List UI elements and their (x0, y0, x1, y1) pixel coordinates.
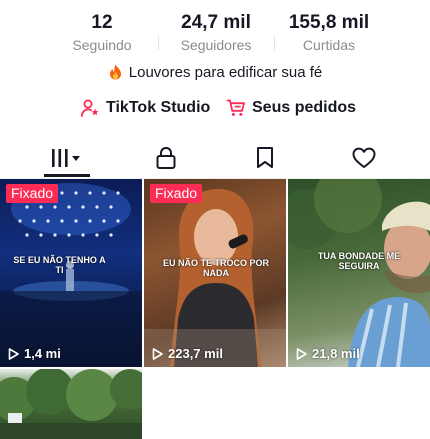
likes-count: 155,8 mil (288, 12, 370, 33)
lock-icon (156, 146, 176, 169)
grid-bars-icon (52, 149, 80, 167)
active-tab-indicator (44, 174, 90, 177)
profile-links: TikTok Studio Seus pedidos (0, 96, 430, 120)
profile-tabs (0, 138, 430, 179)
video-grid: Fixado SE EU NÃO TENHO A TI 1,4 mi Fixad… (0, 179, 430, 439)
following-label: Seguindo (72, 37, 132, 53)
tab-saved[interactable] (230, 138, 300, 178)
tiktok-studio-label: TikTok Studio (106, 99, 211, 116)
stat-divider (158, 36, 159, 50)
pinned-badge: Fixado (6, 184, 59, 203)
tab-videos[interactable] (32, 138, 102, 178)
bookmark-icon (257, 147, 273, 168)
pinned-badge: Fixado (150, 184, 203, 203)
bio-text: Louvores para edificar sua fé (128, 64, 323, 81)
video-thumbnail[interactable]: TUA BONDADE ME SEGUIRA 21,8 mil (288, 179, 430, 367)
stat-divider (274, 36, 275, 50)
play-icon (296, 347, 307, 360)
profile-stats: 12 Seguindo 24,7 mil Seguidores 155,8 mi… (0, 12, 430, 56)
view-count-label: 223,7 mil (168, 346, 223, 361)
view-count-label: 21,8 mil (312, 346, 360, 361)
video-caption-overlay: SE EU NÃO TENHO A TI (13, 255, 106, 275)
video-thumbnail[interactable]: Fixado EU NÃO TE TROCO POR NADA 223,7 mi… (144, 179, 286, 367)
orders-button[interactable]: Seus pedidos (226, 96, 356, 120)
view-count: 1,4 mi (8, 346, 61, 361)
tab-private[interactable] (131, 138, 201, 178)
video-caption-overlay: EU NÃO TE TROCO POR NADA (162, 258, 269, 278)
tab-liked[interactable] (329, 138, 399, 178)
heart-icon (352, 147, 376, 168)
forest-image (0, 369, 142, 439)
likes-stat[interactable]: 155,8 mil Curtidas (283, 12, 375, 54)
cart-icon (226, 99, 245, 116)
chevron-down-icon (72, 156, 80, 161)
play-icon (8, 347, 19, 360)
view-count-label: 1,4 mi (24, 346, 61, 361)
play-icon (152, 347, 163, 360)
video-thumbnail[interactable]: Fixado SE EU NÃO TENHO A TI 1,4 mi (0, 179, 142, 367)
view-count: 223,7 mil (152, 346, 223, 361)
following-stat[interactable]: 12 Seguindo (62, 12, 142, 54)
view-count: 21,8 mil (296, 346, 360, 361)
profile-bio: Louvores para edificar sua fé (0, 62, 430, 84)
followers-label: Seguidores (180, 37, 252, 53)
likes-label: Curtidas (302, 37, 356, 53)
singer-outdoor-image (288, 179, 430, 367)
tiktok-studio-button[interactable]: TikTok Studio (80, 96, 210, 120)
followers-count: 24,7 mil (181, 12, 251, 33)
fire-icon (108, 64, 123, 80)
studio-icon (80, 99, 99, 117)
video-thumbnail[interactable] (0, 369, 142, 439)
followers-stat[interactable]: 24,7 mil Seguidores (166, 12, 266, 54)
video-caption-overlay: TUA BONDADE ME SEGUIRA (317, 251, 401, 271)
following-count: 12 (91, 12, 113, 33)
orders-label: Seus pedidos (252, 99, 357, 116)
